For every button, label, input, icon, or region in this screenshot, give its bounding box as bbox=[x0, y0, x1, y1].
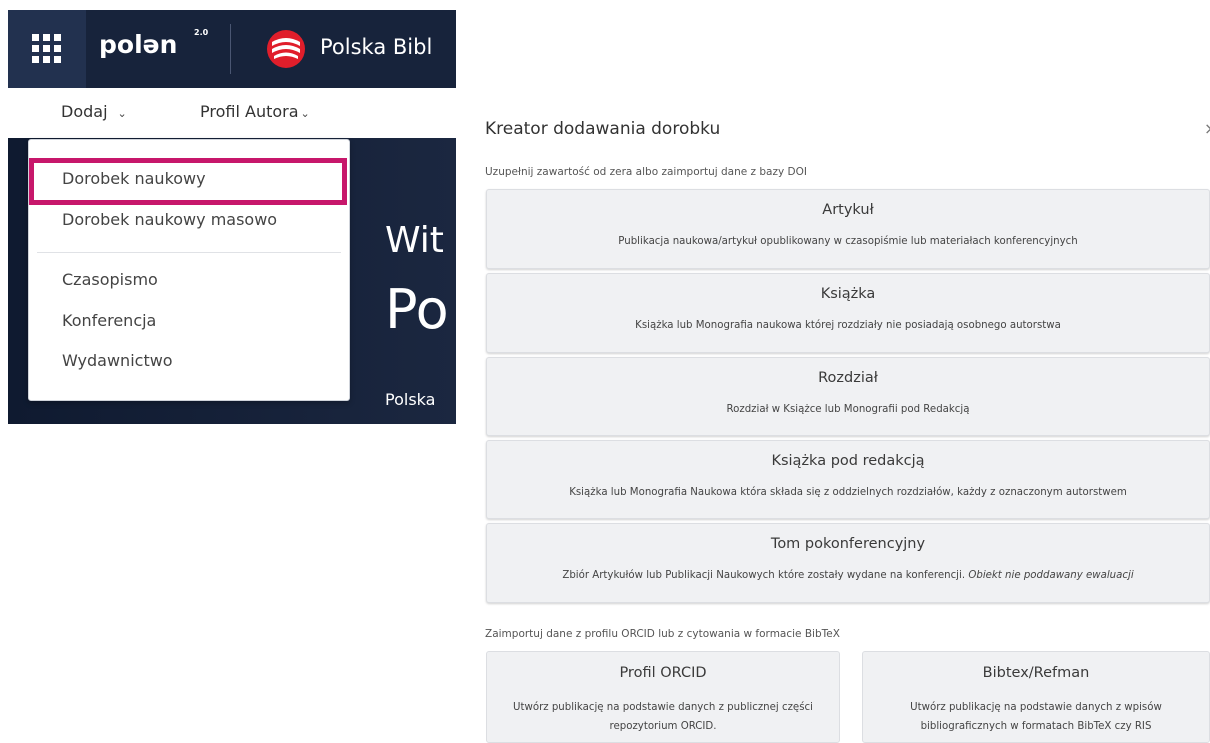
hero-heading-line1: Wit bbox=[385, 220, 444, 261]
card-book[interactable]: Książka Książka lub Monografia naukowa k… bbox=[486, 273, 1210, 353]
main-nav: Dodaj ⌄ Profil Autora ⌄ bbox=[8, 88, 456, 138]
add-dropdown-menu: Dorobek naukowy Dorobek naukowy masowo C… bbox=[28, 139, 350, 401]
card-description: Utwórz publikację na podstawie danych z … bbox=[910, 702, 1162, 732]
grid-icon bbox=[32, 34, 62, 64]
chevron-down-icon: ⌄ bbox=[300, 107, 310, 120]
menu-item-publisher[interactable]: Wydawnictwo bbox=[62, 351, 173, 370]
nav-author-profile-label: Profil Autora bbox=[200, 102, 299, 121]
section-label-import: Zaimportuj dane z profilu ORCID lub z cy… bbox=[485, 628, 840, 640]
nav-author-profile-menu[interactable]: Profil Autora ⌄ bbox=[200, 102, 310, 121]
menu-item-journal[interactable]: Czasopismo bbox=[62, 270, 158, 289]
card-description: Rozdział w Książce lub Monografii pod Re… bbox=[726, 404, 970, 415]
card-description-text: Zbiór Artykułów lub Publikacji Naukowych… bbox=[562, 570, 966, 581]
card-orcid-profile[interactable]: Profil ORCID Utwórz publikację na podsta… bbox=[486, 651, 840, 743]
card-description: Publikacja naukowa/artykuł opublikowany … bbox=[618, 236, 1078, 247]
card-chapter[interactable]: Rozdział Rozdział w Książce lub Monograf… bbox=[486, 357, 1210, 436]
polon-logo[interactable]: polən bbox=[99, 30, 177, 59]
card-description: Książka lub Monografia naukowa której ro… bbox=[635, 320, 1061, 331]
library-logo-icon bbox=[267, 30, 305, 68]
card-description: Zbiór Artykułów lub Publikacji Naukowych… bbox=[487, 570, 1209, 581]
menu-divider bbox=[37, 252, 341, 253]
card-title: Książka pod redakcją bbox=[771, 453, 925, 469]
app-window: polən 2.0 Polska Bibl Dodaj ⌄ Profil Auto… bbox=[8, 10, 456, 424]
hero-heading-line2: Po bbox=[385, 278, 449, 341]
card-title: Rozdział bbox=[818, 370, 878, 386]
card-description: Książka lub Monografia Naukowa która skł… bbox=[569, 487, 1127, 498]
polon-version: 2.0 bbox=[194, 28, 209, 37]
section-label-create: Uzupełnij zawartość od zera albo zaimpor… bbox=[485, 166, 807, 178]
card-edited-book[interactable]: Książka pod redakcją Książka lub Monogra… bbox=[486, 440, 1210, 519]
chevron-down-icon: ⌄ bbox=[117, 107, 127, 120]
card-title: Artykuł bbox=[822, 202, 874, 218]
card-title: Profil ORCID bbox=[619, 665, 707, 681]
screenshot-stage: polən 2.0 Polska Bibl Dodaj ⌄ Profil Auto… bbox=[0, 0, 1210, 743]
close-icon[interactable]: × bbox=[1204, 119, 1210, 138]
hero-subtitle: Polska bbox=[385, 390, 436, 409]
nav-add-label: Dodaj bbox=[61, 102, 108, 121]
logo-divider bbox=[230, 24, 231, 74]
card-conference-volume[interactable]: Tom pokonferencyjny Zbiór Artykułów lub … bbox=[486, 523, 1210, 603]
dialog-title: Kreator dodawania dorobku bbox=[485, 119, 721, 139]
card-title: Książka bbox=[820, 286, 876, 302]
top-bar: polən 2.0 Polska Bibl bbox=[8, 10, 456, 88]
card-description: Utwórz publikację na podstawie danych z … bbox=[513, 702, 813, 732]
menu-item-conference[interactable]: Konferencja bbox=[62, 311, 156, 330]
output-wizard-dialog: Kreator dodawania dorobku × Uzupełnij za… bbox=[475, 100, 1210, 743]
nav-add-menu[interactable]: Dodaj ⌄ bbox=[61, 102, 127, 121]
highlight-box bbox=[29, 158, 347, 205]
library-name: Polska Bibl bbox=[320, 35, 433, 59]
apps-grid-button[interactable] bbox=[8, 10, 86, 88]
card-title: Bibtex/Refman bbox=[982, 665, 1090, 681]
card-description-note: Obiekt nie poddawany ewaluacji bbox=[968, 570, 1134, 581]
card-title: Tom pokonferencyjny bbox=[770, 536, 926, 552]
menu-item-bulk-scientific-output[interactable]: Dorobek naukowy masowo bbox=[62, 210, 277, 229]
card-bibtex-refman[interactable]: Bibtex/Refman Utwórz publikację na podst… bbox=[862, 651, 1210, 743]
card-article[interactable]: Artykuł Publikacja naukowa/artykuł opubl… bbox=[486, 189, 1210, 269]
